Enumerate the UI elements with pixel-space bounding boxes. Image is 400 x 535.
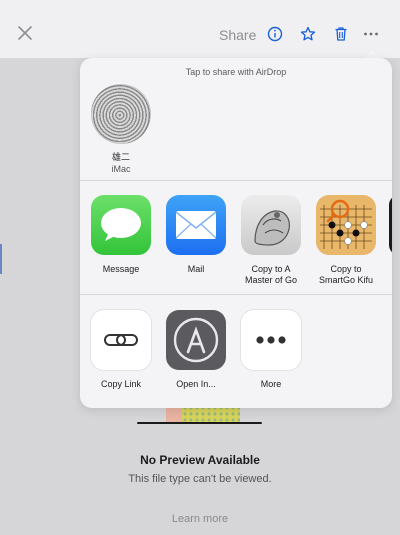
learn-more-link[interactable]: Learn more <box>0 513 400 525</box>
action-label: Open In... <box>176 379 216 389</box>
no-preview-subtitle: This file type can't be viewed. <box>128 473 272 485</box>
avatar <box>91 84 151 144</box>
link-icon <box>91 310 151 370</box>
action-open-in[interactable]: Open In... <box>164 310 228 390</box>
ellipsis-icon <box>241 310 301 370</box>
more-icon[interactable] <box>362 25 380 43</box>
message-icon <box>91 195 151 255</box>
airdrop-hint: Tap to share with AirDrop <box>185 67 287 77</box>
thumbnail-underline <box>137 422 262 424</box>
action-label: More <box>260 379 282 389</box>
edge-indicator <box>0 244 2 274</box>
master-of-go-icon <box>241 195 301 255</box>
go-board-icon <box>316 195 376 255</box>
app-mail[interactable]: Mail <box>164 195 228 275</box>
app-label: Copy to SmartGo Kifu <box>318 264 374 285</box>
action-more[interactable]: More <box>239 310 303 390</box>
top-bar: Share <box>0 0 400 58</box>
app-label: Copy to A Master of Go <box>244 264 298 285</box>
airdrop-device[interactable]: 雄二 iMac <box>90 84 152 174</box>
action-label: Copy Link <box>100 379 142 389</box>
info-icon[interactable] <box>266 25 284 43</box>
app-message[interactable]: Message <box>89 195 153 275</box>
star-icon[interactable] <box>299 25 317 43</box>
app-smartgo-kifu[interactable]: Copy to SmartGo Kifu <box>314 195 378 286</box>
device-model: iMac <box>111 164 131 174</box>
no-preview-title: No Preview Available <box>140 453 260 467</box>
app-master-of-go[interactable]: Copy to A Master of Go <box>239 195 303 286</box>
app-label: Mail <box>187 264 205 274</box>
divider <box>80 180 392 181</box>
trash-icon[interactable] <box>332 25 350 43</box>
share-title[interactable]: Share <box>219 27 256 43</box>
device-name: 雄二 <box>111 152 130 162</box>
app-store-icon <box>166 310 226 370</box>
mail-icon <box>166 195 226 255</box>
app-overflow[interactable] <box>386 195 392 255</box>
app-partial-icon <box>389 195 392 255</box>
action-copy-link[interactable]: Copy Link <box>89 310 153 390</box>
share-sheet: Tap to share with AirDrop 雄二 iMac Messag… <box>80 58 392 408</box>
divider <box>80 294 392 295</box>
app-label: Message <box>102 264 140 274</box>
close-icon[interactable] <box>16 24 34 42</box>
